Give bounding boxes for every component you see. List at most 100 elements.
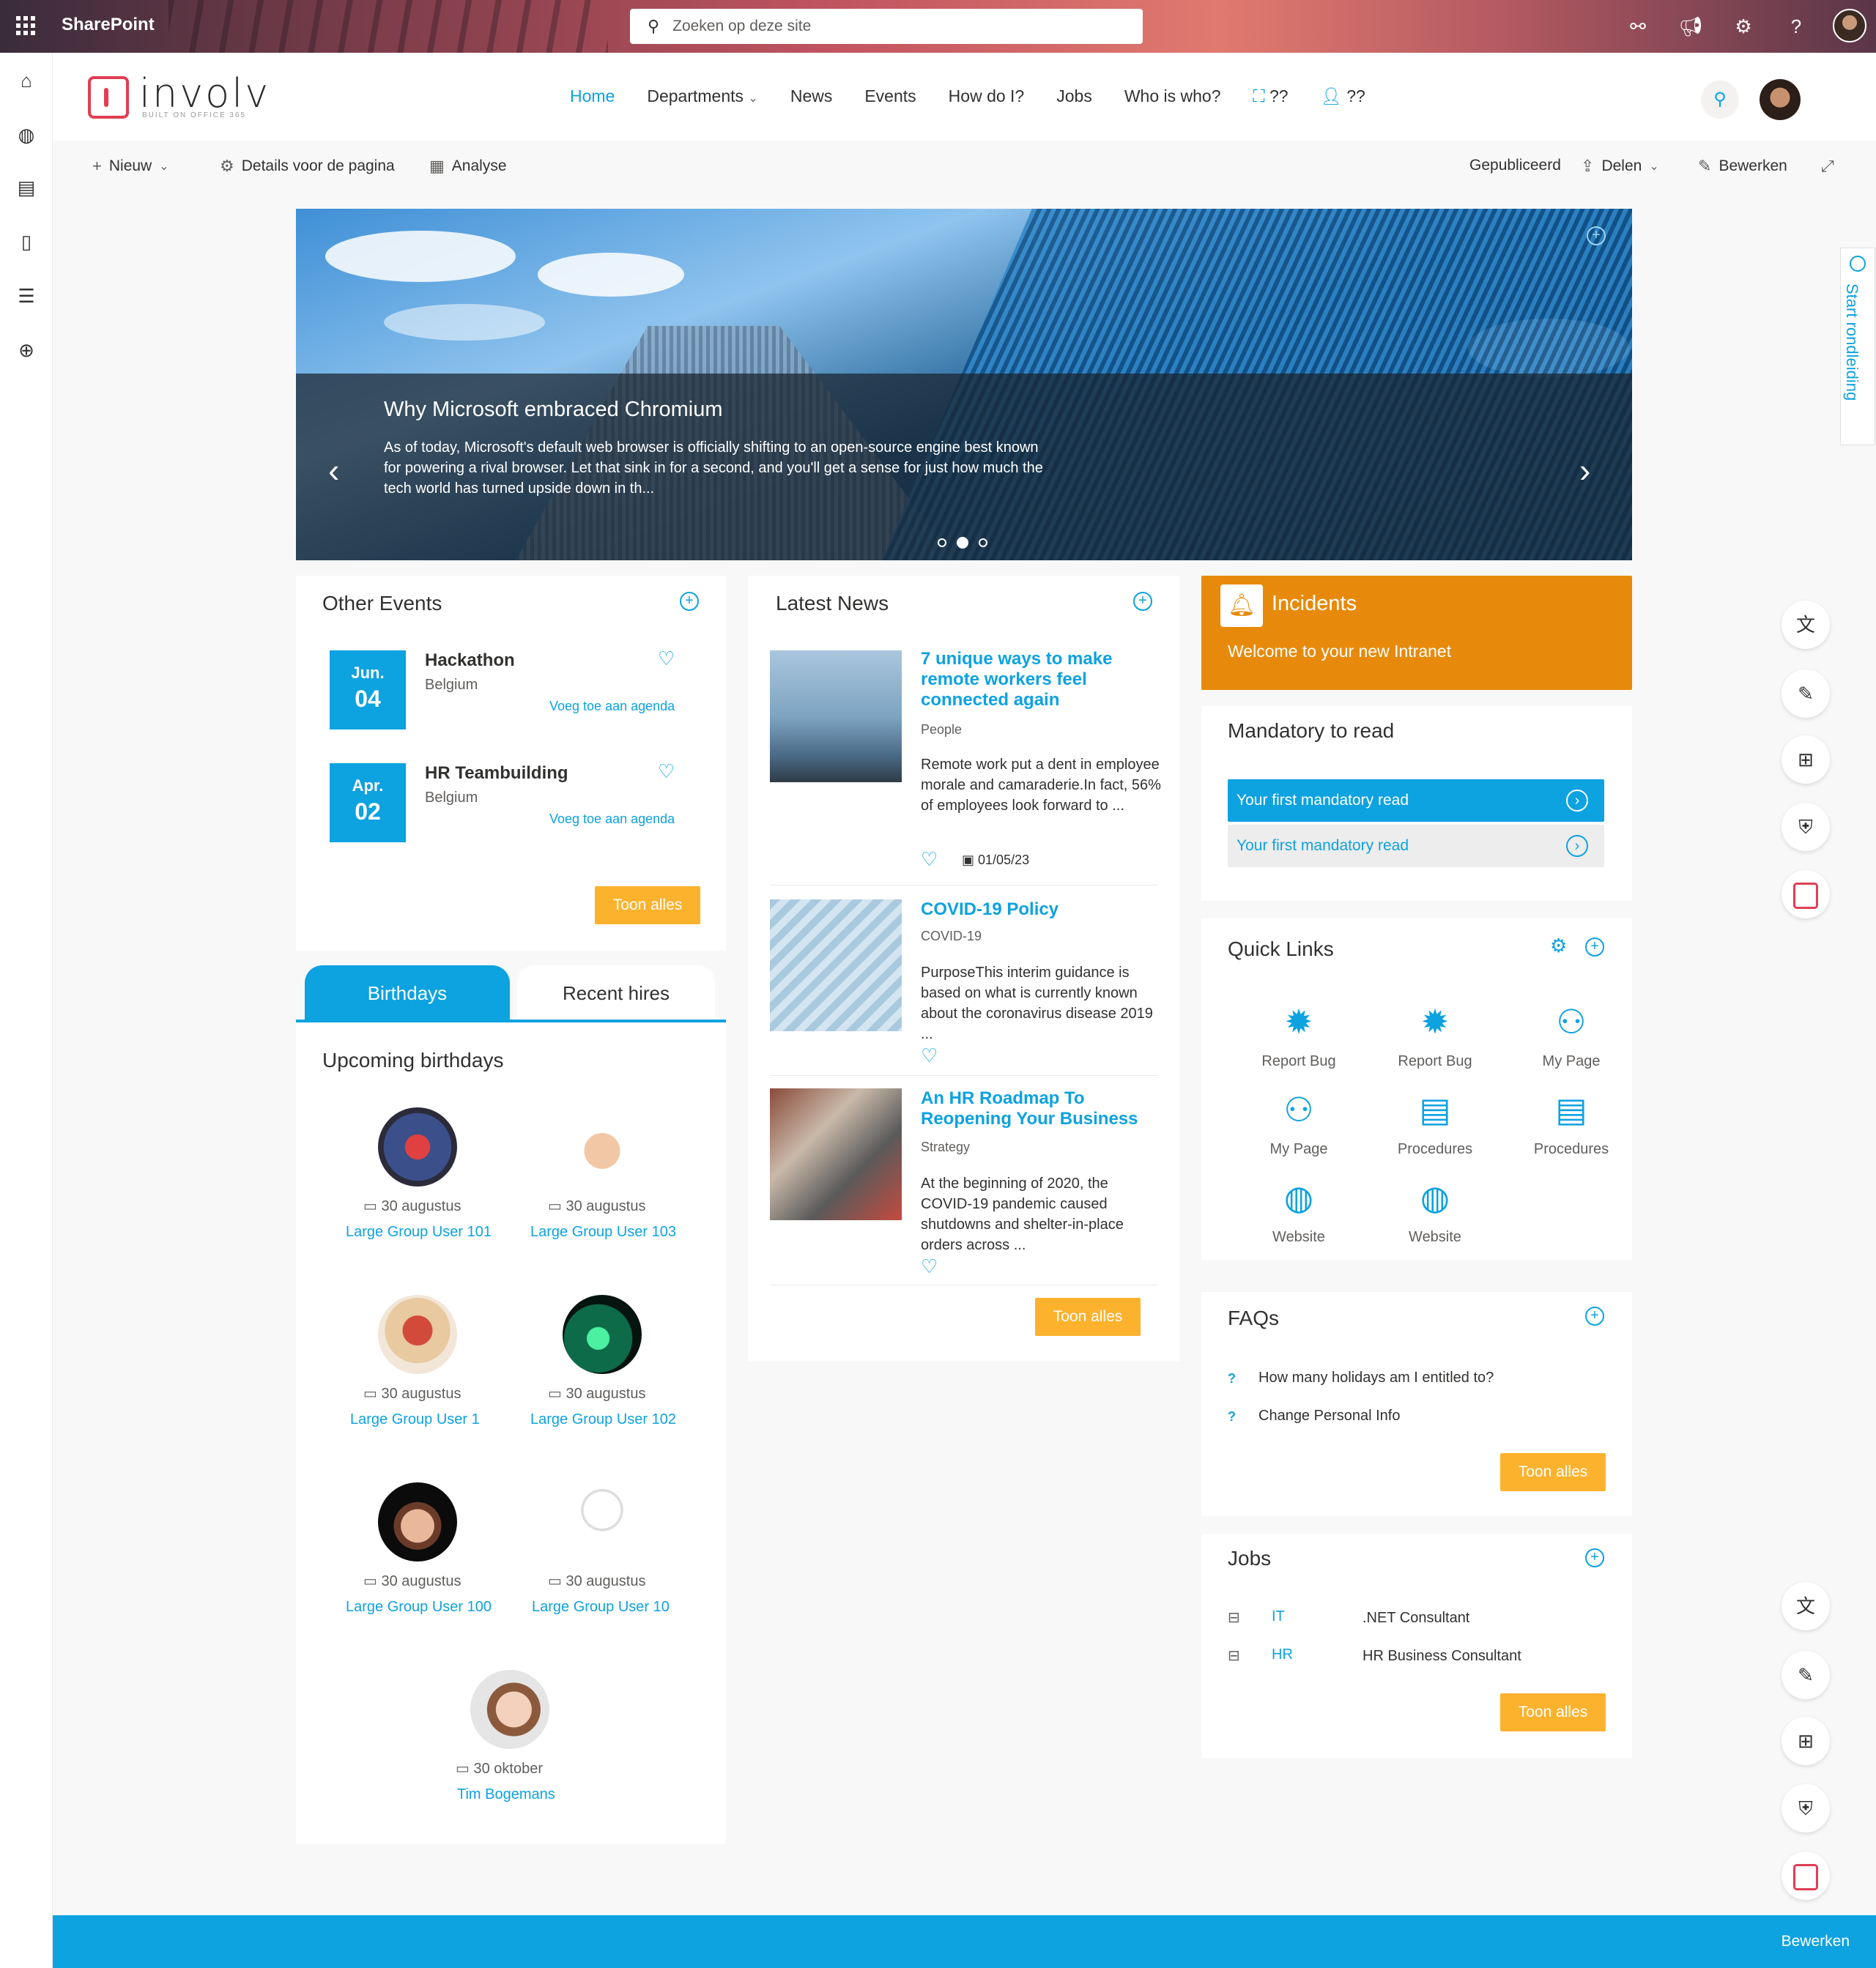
carousel-dot[interactable] (938, 538, 946, 547)
carousel-dot-active[interactable] (957, 537, 968, 549)
help-icon[interactable]: ? (1783, 13, 1809, 40)
add-faq-icon[interactable]: + (1585, 1307, 1604, 1326)
document-icon[interactable]: ▯ (13, 229, 40, 255)
mandatory-read-item[interactable]: Your first mandatory read › (1228, 825, 1604, 867)
tab-recent-hires[interactable]: Recent hires (517, 965, 715, 1021)
user-avatar[interactable] (1760, 79, 1801, 120)
footer-edit-button[interactable]: Bewerken (1782, 1933, 1850, 1950)
carousel-dot[interactable] (979, 538, 987, 547)
job-role[interactable]: HR Business Consultant (1362, 1648, 1521, 1665)
faqs-show-all-button[interactable]: Toon alles (1500, 1453, 1606, 1491)
incidents-card[interactable]: 🔔︎ Incidents Welcome to your new Intrane… (1201, 576, 1632, 690)
edit-button[interactable]: ✎ Bewerken (1698, 157, 1787, 176)
birthday-name[interactable]: Large Group User 10 (532, 1597, 708, 1617)
job-department[interactable]: IT (1272, 1608, 1285, 1625)
involv-logo-icon[interactable] (88, 76, 129, 119)
nav-departments[interactable]: Departments ⌄ (647, 86, 757, 106)
list-icon[interactable]: ☰ (13, 283, 40, 309)
job-department[interactable]: HR (1272, 1646, 1293, 1663)
share-network-icon[interactable]: ⚯ (1625, 13, 1651, 40)
involv-app-icon[interactable] (1782, 870, 1830, 918)
birthday-name[interactable]: Large Group User 101 (346, 1222, 492, 1242)
edit-document-icon[interactable]: ✎ (1782, 669, 1830, 718)
event-title[interactable]: Hackathon (425, 650, 515, 671)
quick-link[interactable]: ✹ Report Bug (1367, 1002, 1503, 1070)
new-button[interactable]: + Nieuw ⌄ (92, 157, 169, 176)
carousel-next-icon[interactable]: › (1579, 450, 1590, 490)
add-link-icon[interactable]: + (1585, 937, 1604, 957)
logo-text[interactable]: involv (139, 70, 270, 116)
globe-icon[interactable]: ◍ (13, 122, 40, 148)
quick-link[interactable]: ◍ Website (1367, 1178, 1503, 1246)
header-search-button[interactable]: ⚲ (1701, 81, 1739, 119)
gear-icon[interactable]: ⚙ (1550, 935, 1567, 957)
start-tour-tab[interactable]: Start rondleiding (1840, 248, 1875, 445)
nav-jobs[interactable]: Jobs (1056, 86, 1092, 106)
quick-link[interactable]: ✹ Report Bug (1231, 1002, 1367, 1070)
news-image[interactable] (770, 650, 902, 782)
shield-icon[interactable]: ⛨ (1782, 803, 1830, 851)
add-news-icon[interactable]: + (1133, 592, 1152, 611)
add-job-icon[interactable]: + (1585, 1548, 1604, 1567)
faq-question[interactable]: How many holidays am I entitled to? (1258, 1370, 1494, 1386)
nav-org-chart[interactable]: ⛶ ?? (1253, 86, 1289, 106)
news-headline[interactable]: COVID-19 Policy (921, 899, 1163, 920)
heart-icon[interactable]: ♡ (658, 647, 675, 670)
news-headline[interactable]: 7 unique ways to make remote workers fee… (921, 649, 1163, 710)
add-page-icon[interactable]: ⊞ (1782, 1717, 1830, 1765)
create-icon[interactable]: ⊕ (13, 337, 40, 363)
add-to-calendar-link[interactable]: Voeg toe aan agenda (549, 812, 675, 827)
shield-icon[interactable]: ⛨ (1782, 1784, 1830, 1833)
quick-link[interactable]: ▤ Procedures (1367, 1090, 1503, 1158)
nav-news[interactable]: News (790, 86, 833, 106)
events-show-all-button[interactable]: Toon alles (595, 886, 700, 924)
quick-link[interactable]: ◍ Website (1231, 1178, 1367, 1246)
translate-icon[interactable]: 文 (1782, 601, 1830, 649)
add-to-calendar-link[interactable]: Voeg toe aan agenda (549, 699, 675, 714)
jobs-show-all-button[interactable]: Toon alles (1500, 1693, 1606, 1731)
birthday-name[interactable]: Large Group User 100 (346, 1597, 492, 1617)
nav-how-do-i[interactable]: How do I? (949, 86, 1025, 106)
nav-people[interactable]: 👤︎ ?? (1321, 86, 1365, 106)
involv-app-icon[interactable] (1782, 1852, 1830, 1900)
faq-question[interactable]: Change Personal Info (1258, 1408, 1400, 1425)
hero-add-icon[interactable]: + (1587, 226, 1606, 245)
carousel-prev-icon[interactable]: ‹ (328, 450, 339, 490)
news-icon[interactable]: ▤ (13, 174, 40, 201)
birthday-name[interactable]: Large Group User 102 (530, 1409, 677, 1430)
app-name[interactable]: SharePoint (62, 15, 155, 35)
app-launcher-icon[interactable] (16, 16, 35, 35)
nav-events[interactable]: Events (864, 86, 916, 106)
heart-icon[interactable]: ♡ (921, 1044, 938, 1067)
news-image[interactable] (770, 899, 902, 1031)
heart-icon[interactable]: ♡ (921, 1255, 938, 1278)
edit-document-icon[interactable]: ✎ (1782, 1651, 1830, 1699)
job-role[interactable]: .NET Consultant (1362, 1610, 1469, 1627)
tab-birthdays[interactable]: Birthdays (305, 965, 510, 1021)
news-headline[interactable]: An HR Roadmap To Reopening Your Business (921, 1088, 1163, 1129)
hero-title[interactable]: Why Microsoft embraced Chromium (384, 398, 723, 422)
add-event-icon[interactable]: + (680, 592, 699, 611)
hero-carousel[interactable]: Why Microsoft embraced Chromium As of to… (296, 209, 1632, 560)
birthday-name[interactable]: Large Group User 103 (530, 1222, 677, 1242)
translate-icon[interactable]: 文 (1782, 1582, 1830, 1630)
site-search-box[interactable]: ⚲ Zoeken op deze site (630, 9, 1143, 44)
add-page-icon[interactable]: ⊞ (1782, 735, 1830, 784)
birthday-name[interactable]: Tim Bogemans (457, 1784, 604, 1805)
news-image[interactable] (770, 1088, 902, 1220)
nav-home[interactable]: Home (570, 86, 615, 106)
expand-icon[interactable]: ⤢ (1821, 157, 1834, 176)
gear-icon[interactable]: ⚙ (1730, 13, 1757, 40)
quick-link[interactable]: ⚇ My Page (1503, 1002, 1639, 1070)
megaphone-icon[interactable]: 📢︎ (1677, 13, 1704, 40)
heart-icon[interactable]: ♡ (921, 848, 938, 871)
nav-who-is-who[interactable]: Who is who? (1124, 86, 1221, 106)
share-button[interactable]: ⇪ Delen ⌄ (1581, 157, 1659, 176)
account-avatar[interactable] (1833, 9, 1866, 42)
heart-icon[interactable]: ♡ (658, 760, 675, 783)
news-show-all-button[interactable]: Toon alles (1035, 1298, 1141, 1336)
page-details-button[interactable]: ⚙ Details voor de pagina (220, 157, 395, 176)
event-title[interactable]: HR Teambuilding (425, 763, 568, 784)
quick-link[interactable]: ⚇ My Page (1231, 1090, 1367, 1158)
quick-link[interactable]: ▤ Procedures (1503, 1090, 1639, 1158)
